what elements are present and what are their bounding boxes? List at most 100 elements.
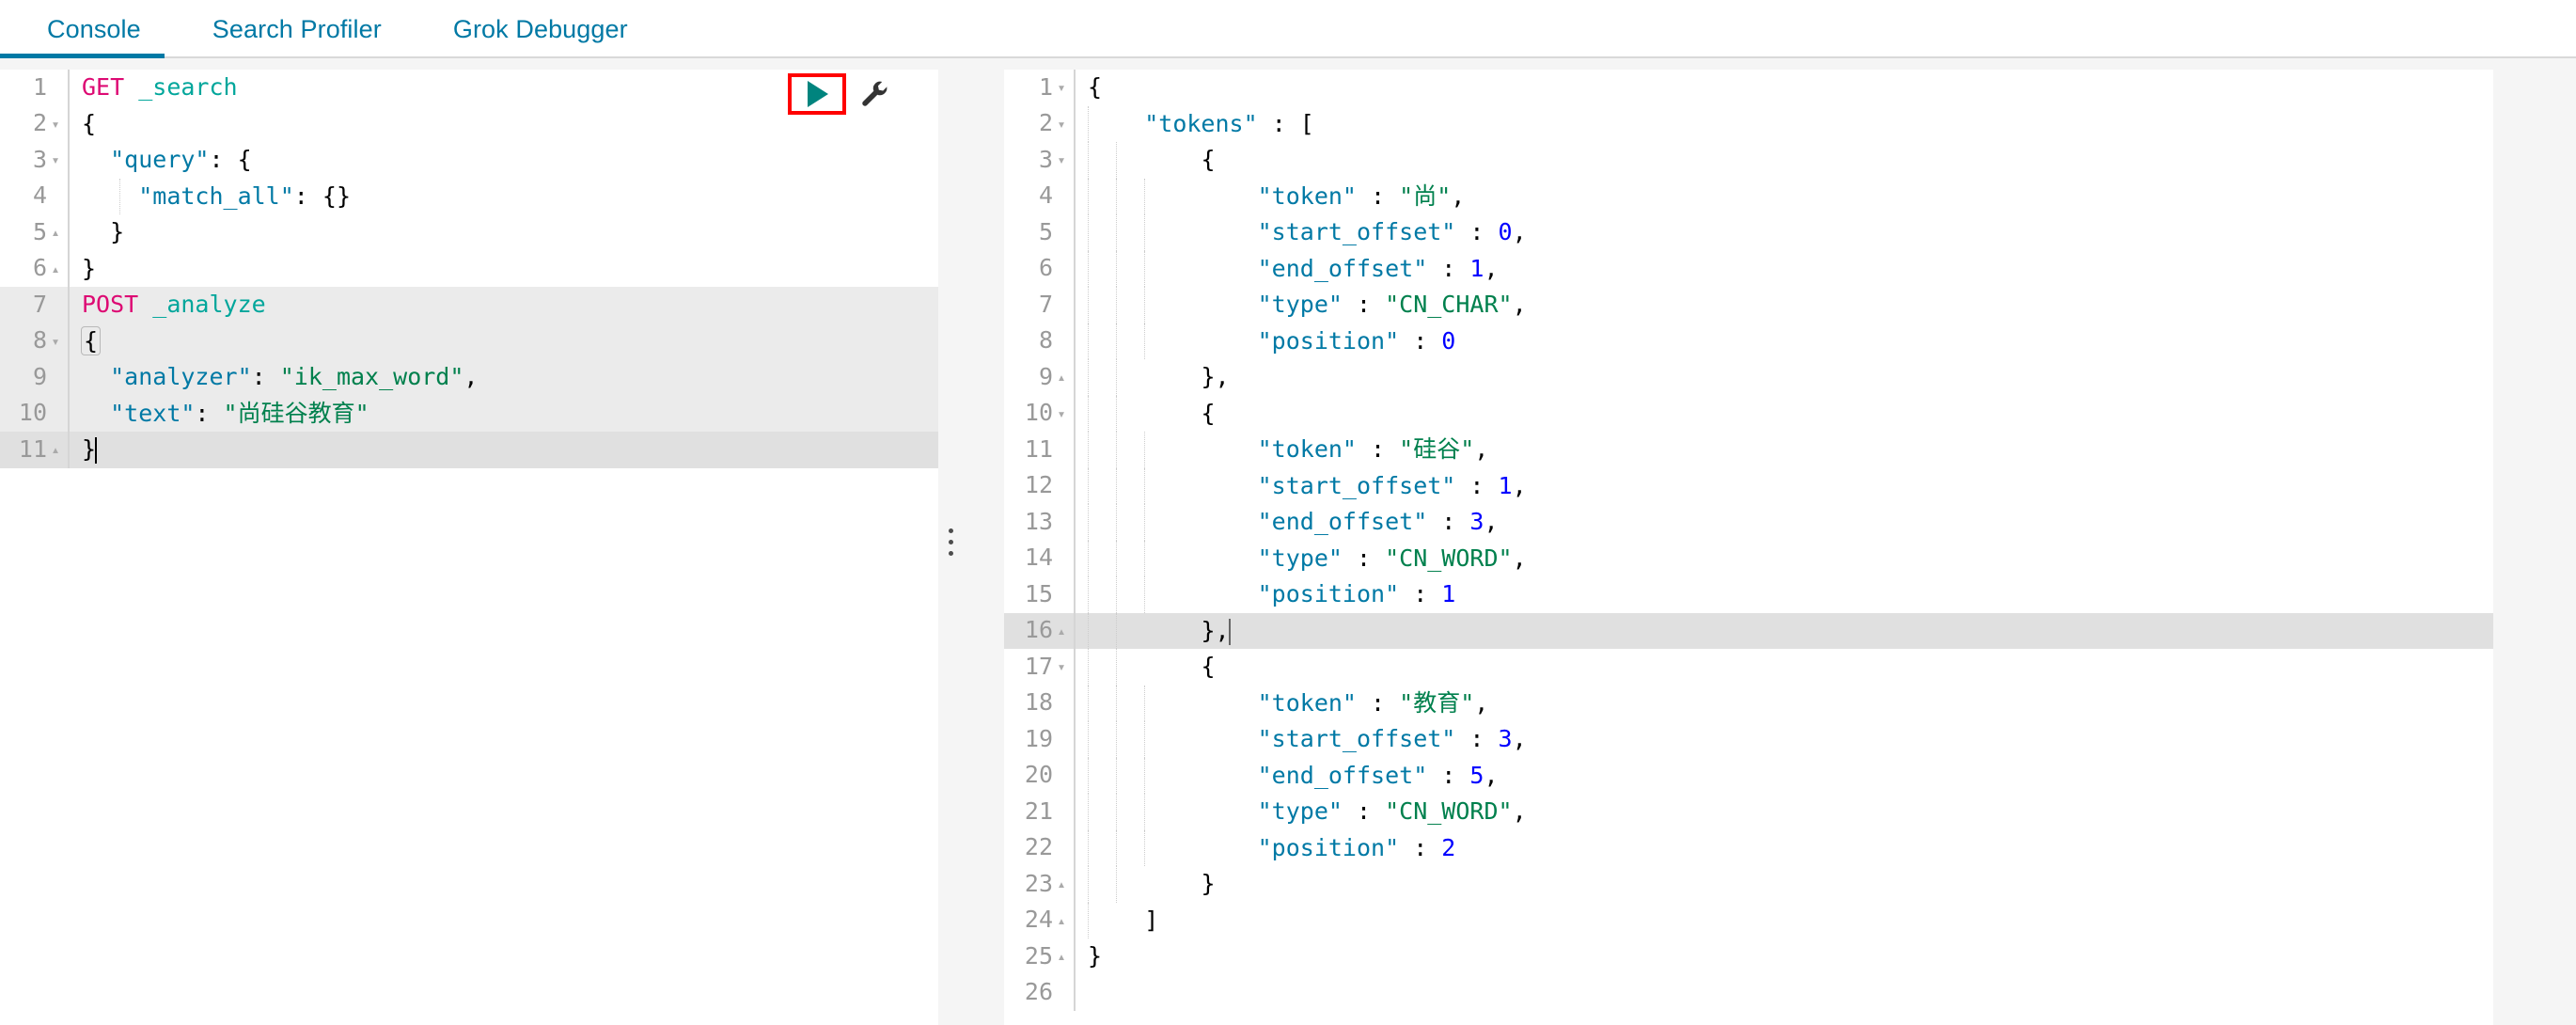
code-line[interactable]: 20▾ "end_offset" : 5,	[1004, 757, 2493, 795]
code-line[interactable]: 5 ▴ }	[0, 214, 940, 251]
wrench-icon	[862, 81, 887, 106]
response-code[interactable]: 1▾{2▾ "tokens" : [3▾ {4▾ "token" : "尚",5…	[1004, 70, 2493, 1011]
code-line[interactable]: 25 ▴}	[1004, 938, 2493, 975]
code-line[interactable]: 9 ▴ },	[1004, 359, 2493, 396]
fold-arrow-down-icon[interactable]: ▾	[1053, 142, 1070, 179]
json-key: "position"	[1257, 326, 1400, 355]
code-line[interactable]: 7▾ "type" : "CN_CHAR",	[1004, 287, 2493, 323]
response-editor[interactable]: 1▾{2▾ "tokens" : [3▾ {4▾ "token" : "尚",5…	[1004, 70, 2493, 1025]
code-line[interactable]: 14▾ "type" : "CN_WORD",	[1004, 540, 2493, 576]
fold-arrow[interactable]: ▾	[1053, 686, 1070, 722]
line-number: 4▾	[0, 178, 68, 214]
code-line[interactable]: 6▾ "end_offset" : 1,	[1004, 250, 2493, 288]
fold-arrow-down-icon[interactable]: ▾	[1053, 70, 1070, 106]
request-editor[interactable]: 1▾ GET _search 2▾ { 3▾ "query": { 4▾	[0, 70, 940, 1025]
fold-arrow[interactable]: ▾	[47, 396, 64, 433]
fold-arrow[interactable]: ▾	[1053, 975, 1070, 1012]
fold-arrow[interactable]: ▾	[1053, 214, 1070, 251]
code-line[interactable]: 13▾ "end_offset" : 3,	[1004, 504, 2493, 541]
fold-arrow[interactable]: ▾	[1053, 541, 1070, 577]
code-line-cursor[interactable]: 11 ▴ }	[0, 432, 940, 468]
fold-arrow[interactable]: ▾	[47, 287, 64, 323]
fold-arrow-down-icon[interactable]: ▾	[47, 142, 64, 179]
fold-arrow[interactable]: ▾	[1053, 323, 1070, 360]
code-line[interactable]: 18▾ "token" : "教育",	[1004, 685, 2493, 722]
code-line[interactable]: 11▾ "token" : "硅谷",	[1004, 432, 2493, 468]
code-line[interactable]: 24 ▴ ]	[1004, 902, 2493, 939]
response-pane: 1▾{2▾ "tokens" : [3▾ {4▾ "token" : "尚",5…	[940, 58, 2576, 1025]
fold-arrow-up-icon[interactable]: ▴	[1053, 903, 1070, 939]
json-key: "token"	[1257, 435, 1357, 463]
fold-arrow[interactable]: ▾	[1053, 794, 1070, 830]
code-line-cursor[interactable]: 16 ▴ },	[1004, 612, 2493, 650]
line-number: 11▾	[1004, 432, 1074, 468]
fold-arrow[interactable]: ▾	[1053, 830, 1070, 867]
json-key: "analyzer"	[110, 363, 252, 390]
code-line[interactable]: 12▾ "start_offset" : 1,	[1004, 467, 2493, 505]
fold-arrow-down-icon[interactable]: ▾	[1053, 106, 1070, 143]
fold-arrow-up-icon[interactable]: ▴	[47, 251, 64, 288]
code-text: "end_offset" : 3,	[1076, 504, 2493, 541]
line-number: 9 ▴	[1004, 359, 1074, 396]
code-line-active[interactable]: 9▾ "analyzer": "ik_max_word",	[0, 359, 940, 396]
code-line[interactable]: 17 ▾ {	[1004, 649, 2493, 686]
fold-arrow-up-icon[interactable]: ▴	[47, 432, 64, 468]
fold-arrow-up-icon[interactable]: ▴	[1053, 866, 1070, 903]
line-number: 26▾	[1004, 974, 1074, 1011]
code-line[interactable]: 4▾ "match_all": {}	[0, 178, 940, 214]
fold-arrow-down-icon[interactable]: ▾	[1053, 649, 1070, 686]
code-line[interactable]: 26▾	[1004, 974, 2493, 1011]
fold-arrow-down-icon[interactable]: ▾	[47, 323, 64, 360]
code-line-active[interactable]: 7▾ POST _analyze	[0, 287, 940, 323]
fold-arrow[interactable]: ▾	[47, 359, 64, 396]
fold-arrow[interactable]: ▾	[1053, 721, 1070, 758]
code-line[interactable]: 5▾ "start_offset" : 0,	[1004, 214, 2493, 251]
code-line[interactable]: 19▾ "start_offset" : 3,	[1004, 721, 2493, 758]
fold-arrow-up-icon[interactable]: ▴	[1053, 938, 1070, 975]
json-number-value: 3	[1498, 725, 1513, 752]
json-key: "start_offset"	[1257, 471, 1456, 499]
code-line[interactable]: 6 ▴ }	[0, 250, 940, 288]
json-punctuation: ,	[1512, 797, 1527, 825]
fold-arrow-down-icon[interactable]: ▾	[1053, 396, 1070, 433]
code-line[interactable]: 15▾ "position" : 1	[1004, 576, 2493, 613]
code-line[interactable]: 1 ▾ {	[1004, 70, 2493, 106]
fold-arrow[interactable]: ▾	[1053, 251, 1070, 288]
code-line[interactable]: 21▾ "type" : "CN_WORD",	[1004, 794, 2493, 830]
fold-arrow[interactable]: ▾	[47, 179, 64, 215]
code-text: "position" : 2	[1076, 829, 2493, 866]
code-line[interactable]: 3 ▾ {	[1004, 142, 2493, 179]
fold-arrow-up-icon[interactable]: ▴	[47, 214, 64, 251]
code-line-active[interactable]: 10▾ "text": "尚硅谷教育"	[0, 395, 940, 433]
pane-resize-handle[interactable]	[938, 58, 963, 1025]
code-line[interactable]: 10 ▾ {	[1004, 395, 2493, 433]
json-key: "text"	[110, 399, 196, 427]
fold-arrow[interactable]: ▾	[1053, 576, 1070, 613]
code-line[interactable]: 22▾ "position" : 2	[1004, 829, 2493, 867]
fold-arrow-down-icon[interactable]: ▾	[47, 106, 64, 143]
json-punctuation: :	[195, 399, 224, 427]
code-line[interactable]: 8▾ "position" : 0	[1004, 323, 2493, 360]
code-line[interactable]: 4▾ "token" : "尚",	[1004, 178, 2493, 215]
fold-arrow[interactable]: ▾	[1053, 287, 1070, 323]
json-string-value: "CN_WORD"	[1385, 797, 1513, 825]
fold-arrow[interactable]: ▾	[1053, 468, 1070, 505]
code-line[interactable]: 2 ▾ "tokens" : [	[1004, 105, 2493, 143]
tab-grok-debugger[interactable]: Grok Debugger	[438, 0, 643, 58]
request-options-button[interactable]	[859, 78, 891, 110]
fold-arrow-up-icon[interactable]: ▴	[1053, 613, 1070, 650]
tab-search-profiler[interactable]: Search Profiler	[197, 0, 397, 58]
send-request-button[interactable]	[788, 73, 846, 115]
request-code[interactable]: 1▾ GET _search 2▾ { 3▾ "query": { 4▾	[0, 70, 940, 468]
code-line[interactable]: 23 ▴ }	[1004, 866, 2493, 903]
fold-arrow[interactable]: ▾	[1053, 504, 1070, 541]
code-line-active[interactable]: 8 ▾ {	[0, 323, 940, 360]
fold-arrow-up-icon[interactable]: ▴	[1053, 359, 1070, 396]
code-line[interactable]: 3 ▾ "query": {	[0, 142, 940, 179]
fold-arrow[interactable]: ▾	[1053, 432, 1070, 468]
fold-arrow[interactable]: ▾	[1053, 758, 1070, 795]
line-number: 14▾	[1004, 540, 1074, 576]
fold-arrow[interactable]: ▾	[1053, 179, 1070, 215]
tab-console[interactable]: Console	[32, 0, 156, 58]
fold-arrow[interactable]: ▾	[47, 70, 64, 106]
